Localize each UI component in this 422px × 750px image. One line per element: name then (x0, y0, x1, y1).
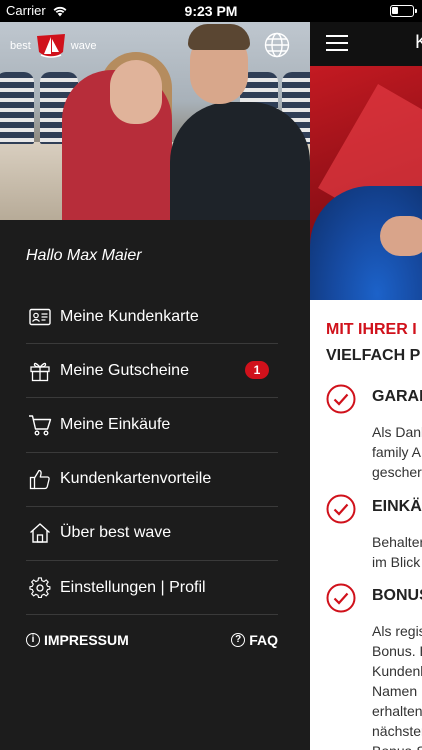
menu-item-label: Meine Gutscheine (60, 361, 189, 379)
menu-item-einkaeufe[interactable]: Meine Einkäufe (26, 398, 278, 453)
benefit-text: Als Dank family A gescher (372, 424, 422, 480)
main-content: K MIT IHRER I VIELFACH P GARAN Als Dank … (310, 22, 422, 750)
menu-item-gutscheine[interactable]: Meine Gutscheine 1 (26, 344, 278, 399)
thumbs-up-icon (28, 467, 52, 491)
help-icon: ? (231, 633, 246, 647)
headline: MIT IHRER I VIELFACH P (326, 317, 420, 369)
brand-text-right: wave (70, 40, 97, 52)
greeting: Hallo Max Maier (26, 247, 142, 264)
top-bar: K (310, 22, 422, 66)
header-photo: best wave (0, 22, 310, 220)
drawer-menu: Meine Kundenkarte Meine Gutscheine 1 Mei… (26, 290, 278, 616)
hero-image (310, 66, 422, 300)
menu-item-label: Meine Kundenkarte (60, 307, 199, 325)
headline-red: MIT IHRER I (326, 321, 417, 338)
menu-icon[interactable] (326, 35, 348, 52)
menu-item-vorteile[interactable]: Kundenkartenvorteile (26, 453, 278, 507)
clock: 9:23 PM (184, 3, 238, 19)
info-icon: i (26, 633, 40, 647)
gear-icon (28, 576, 52, 600)
check-circle-icon (326, 384, 356, 414)
faq-link[interactable]: ? FAQ (231, 632, 278, 648)
gift-icon (28, 359, 52, 383)
navigation-drawer: best wave Hallo Max Maier Meine Kundenka… (0, 22, 310, 750)
impressum-link[interactable]: i IMPRESSUM (26, 632, 129, 648)
sail-logo-icon (36, 34, 65, 58)
benefit-text: Behalter im Blick (372, 534, 422, 570)
page-title: K (415, 32, 422, 53)
cart-icon (28, 413, 52, 437)
menu-item-einstellungen[interactable]: Einstellungen | Profil (26, 561, 278, 616)
home-icon (28, 521, 52, 545)
faq-label: FAQ (249, 632, 278, 648)
benefit-text: Als regis Bonus. E Kundenk Namen erhalte… (372, 623, 422, 750)
check-circle-icon (326, 583, 356, 613)
menu-item-label: Kundenkartenvorteile (60, 470, 212, 488)
benefit-title: BONUS (372, 587, 422, 604)
status-bar: Carrier 9:23 PM (0, 0, 422, 22)
menu-item-label: Meine Einkäufe (60, 415, 171, 433)
notification-badge: 1 (245, 361, 269, 380)
brand-text-left: best (10, 40, 31, 52)
check-circle-icon (326, 494, 356, 524)
menu-item-kundenkarte[interactable]: Meine Kundenkarte (26, 290, 278, 345)
menu-item-ueber[interactable]: Über best wave (26, 507, 278, 561)
benefit-title: GARAN (372, 388, 422, 405)
headline-dark: VIELFACH P (326, 347, 421, 364)
battery-icon (390, 5, 417, 17)
impressum-label: IMPRESSUM (44, 632, 129, 648)
menu-item-label: Über best wave (60, 524, 172, 542)
globe-icon[interactable] (264, 32, 290, 58)
benefit-title: EINKÄ (372, 498, 422, 515)
menu-item-label: Einstellungen | Profil (60, 578, 206, 596)
brand-logo: best wave (10, 30, 96, 62)
drawer-footer: i IMPRESSUM ? FAQ (26, 632, 278, 652)
id-card-icon (28, 305, 52, 329)
